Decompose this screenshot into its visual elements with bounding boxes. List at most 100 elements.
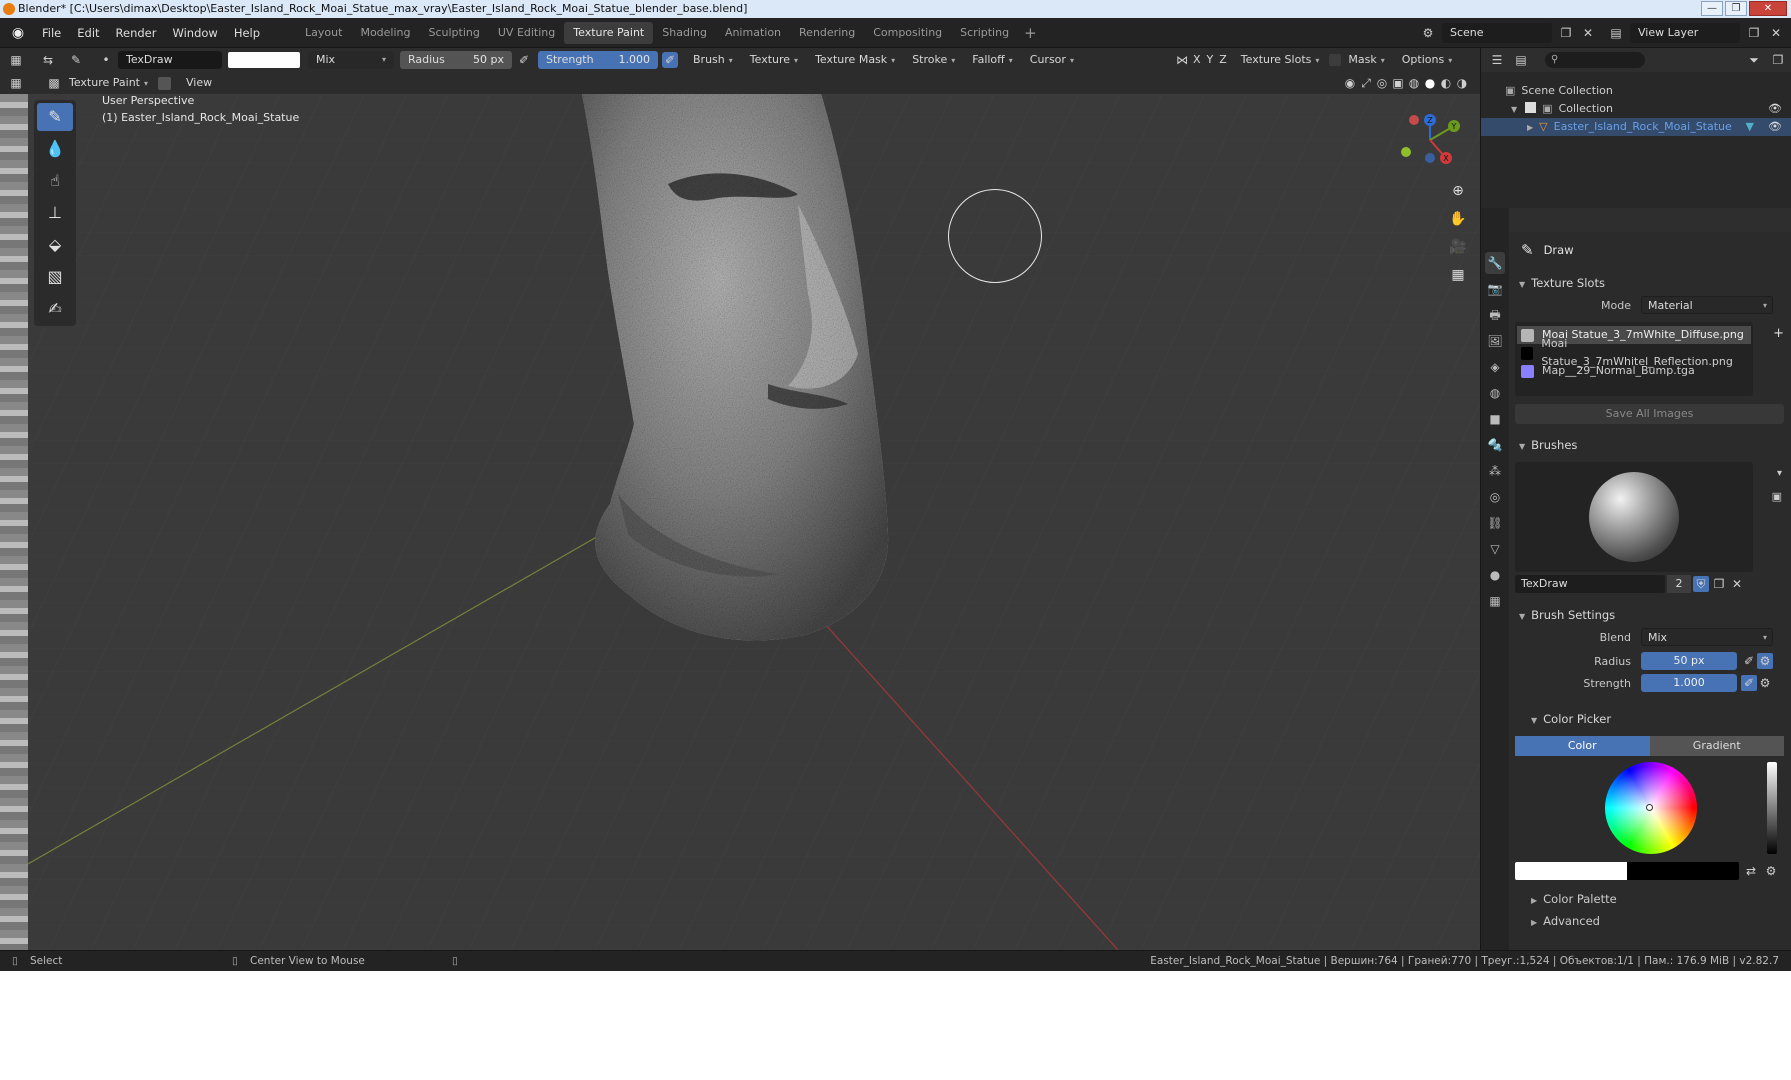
tool-properties-icon[interactable]: 🔧: [1485, 252, 1505, 274]
radius-slider[interactable]: 50 px: [1641, 652, 1737, 670]
strength-unified-icon[interactable]: ⚙: [1757, 675, 1773, 691]
expand-icon[interactable]: ▶: [1527, 123, 1533, 132]
3d-viewport[interactable]: User Perspective (1) Easter_Island_Rock_…: [28, 94, 1480, 950]
solid-shading-icon[interactable]: ●: [1422, 75, 1438, 91]
texture-properties-icon[interactable]: ▦: [1485, 590, 1505, 612]
falloff-menu[interactable]: Falloff ▾: [965, 51, 1020, 69]
duplicate-brush-icon[interactable]: ❐: [1711, 576, 1727, 592]
tab-texture-paint[interactable]: Texture Paint: [564, 21, 654, 44]
filter-icon[interactable]: ⏷: [1746, 52, 1762, 68]
radius-pressure-icon[interactable]: ✐: [1741, 653, 1757, 669]
texture-slot-item[interactable]: Moai Statue_3_7mWhitel_Reflection.png: [1517, 337, 1751, 368]
visibility-icon[interactable]: ◉: [1342, 75, 1358, 91]
rendered-shading-icon[interactable]: ◑: [1454, 75, 1470, 91]
color-palette-panel-header[interactable]: ▶ Color Palette: [1509, 888, 1791, 910]
brush-image-icon[interactable]: ▣: [1772, 490, 1782, 503]
tab-uv-editing[interactable]: UV Editing: [489, 22, 564, 44]
physics-properties-icon[interactable]: ◎: [1485, 486, 1505, 508]
brush-tool-icon[interactable]: ✎: [68, 52, 84, 68]
data-properties-icon[interactable]: ▽: [1485, 538, 1505, 560]
ortho-grid-icon[interactable]: ▦: [1445, 262, 1471, 288]
blend-dropdown[interactable]: Mix ▾: [308, 51, 394, 69]
output-properties-icon[interactable]: 🖶: [1485, 304, 1505, 326]
brush-list-expand-icon[interactable]: ▾: [1777, 468, 1782, 479]
add-slot-icon[interactable]: +: [1773, 326, 1784, 341]
advanced-panel-header[interactable]: ▶ Advanced: [1509, 910, 1791, 932]
modifier-properties-icon[interactable]: 🔩: [1485, 434, 1505, 456]
new-view-layer-icon[interactable]: ❐: [1746, 25, 1762, 41]
brushes-panel-header[interactable]: ▼ Brushes: [1509, 434, 1791, 456]
particles-properties-icon[interactable]: ⁂: [1485, 460, 1505, 482]
clone-tool[interactable]: ⊥: [37, 199, 73, 227]
color-swatch[interactable]: [228, 52, 300, 68]
tab-scripting[interactable]: Scripting: [951, 22, 1018, 44]
delete-view-layer-icon[interactable]: ✕: [1768, 25, 1784, 41]
texture-menu[interactable]: Texture ▾: [742, 51, 806, 69]
tab-shading[interactable]: Shading: [653, 22, 716, 44]
mask-checkbox[interactable]: [1329, 54, 1342, 66]
texture-slots-menu[interactable]: Texture Slots ▾: [1233, 51, 1327, 69]
render-properties-icon[interactable]: 📷: [1485, 278, 1505, 300]
editor-type-icon[interactable]: ▦: [8, 52, 24, 68]
strength-slider[interactable]: Strength 1.000: [538, 51, 658, 69]
delete-scene-icon[interactable]: ✕: [1580, 25, 1596, 41]
camera-icon[interactable]: 🎥: [1445, 234, 1471, 260]
collection-checkbox[interactable]: [1525, 102, 1537, 113]
radius-unified-icon[interactable]: ⚙: [1757, 653, 1773, 669]
options-menu[interactable]: Options ▾: [1394, 51, 1460, 69]
value-slider[interactable]: [1767, 762, 1777, 854]
menu-render[interactable]: Render: [108, 22, 165, 44]
scene-properties-icon[interactable]: ◈: [1485, 356, 1505, 378]
mask-mode-toggle[interactable]: [158, 76, 171, 90]
mask-menu[interactable]: Mask ▾: [1341, 51, 1392, 69]
zoom-icon[interactable]: ⊕: [1445, 178, 1471, 204]
swap-colors-icon[interactable]: ⇄: [1743, 863, 1759, 879]
tab-modeling[interactable]: Modeling: [351, 22, 419, 44]
scene-icon[interactable]: ⚙: [1420, 25, 1436, 41]
tab-sculpting[interactable]: Sculpting: [420, 22, 489, 44]
outliner-object[interactable]: ▶ ▽ Easter_Island_Rock_Moai_Statue ▼ 👁: [1481, 118, 1791, 136]
draw-tool[interactable]: ✎: [37, 103, 73, 131]
gizmo-icon[interactable]: ⤢: [1358, 75, 1374, 91]
material-properties-icon[interactable]: ●: [1485, 564, 1505, 586]
view-layer-field[interactable]: View Layer: [1630, 23, 1740, 43]
mask-tool[interactable]: ▧: [37, 263, 73, 291]
fill-tool[interactable]: ⬙: [37, 231, 73, 259]
soften-tool[interactable]: 💧: [37, 135, 73, 163]
unlink-brush-icon[interactable]: ✕: [1729, 576, 1745, 592]
cursor-menu[interactable]: Cursor ▾: [1022, 51, 1081, 69]
new-scene-icon[interactable]: ❐: [1558, 25, 1574, 41]
xray-icon[interactable]: ▣: [1390, 75, 1406, 91]
axis-x-toggle[interactable]: X: [1189, 51, 1204, 69]
blender-menu-icon[interactable]: ◉: [8, 23, 28, 43]
tab-compositing[interactable]: Compositing: [864, 22, 951, 44]
menu-file[interactable]: File: [34, 22, 69, 44]
mode-dropdown[interactable]: Texture Paint ▾: [62, 74, 155, 92]
brush-users-count[interactable]: 2: [1667, 575, 1691, 593]
texture-slots-panel-header[interactable]: ▼ Texture Slots: [1509, 272, 1791, 294]
color-picker-panel-header[interactable]: ▼ Color Picker: [1509, 708, 1791, 730]
maximize-button[interactable]: ❐: [1725, 1, 1747, 16]
view-menu[interactable]: View: [179, 74, 220, 92]
menu-help[interactable]: Help: [226, 22, 268, 44]
texture-mask-menu[interactable]: Texture Mask ▾: [808, 51, 903, 69]
outliner-editor-icon[interactable]: ☰: [1489, 52, 1505, 68]
tab-layout[interactable]: Layout: [296, 22, 351, 44]
tool-settings-icon[interactable]: ⇆: [40, 52, 56, 68]
brush-menu[interactable]: Brush ▾: [686, 51, 740, 69]
editor-grid-icon[interactable]: ▦: [8, 75, 24, 91]
display-mode-icon[interactable]: ▤: [1513, 52, 1529, 68]
axis-z-toggle[interactable]: Z: [1216, 51, 1230, 69]
pressure-strength-icon[interactable]: ✐: [662, 52, 678, 68]
unified-color-icon[interactable]: ⚙: [1763, 863, 1779, 879]
brush-name-input[interactable]: TexDraw: [1515, 575, 1665, 593]
expand-icon[interactable]: ▼: [1511, 105, 1517, 114]
overlays-icon[interactable]: ◎: [1374, 75, 1390, 91]
save-all-images-button[interactable]: Save All Images: [1515, 404, 1784, 424]
object-properties-icon[interactable]: ■: [1485, 408, 1505, 430]
navigation-gizmo[interactable]: Z Y X: [1400, 110, 1470, 170]
stroke-menu[interactable]: Stroke ▾: [905, 51, 963, 69]
constraints-properties-icon[interactable]: ⛓: [1485, 512, 1505, 534]
strength-pressure-icon[interactable]: ✐: [1741, 675, 1757, 691]
minimize-button[interactable]: —: [1701, 1, 1723, 16]
